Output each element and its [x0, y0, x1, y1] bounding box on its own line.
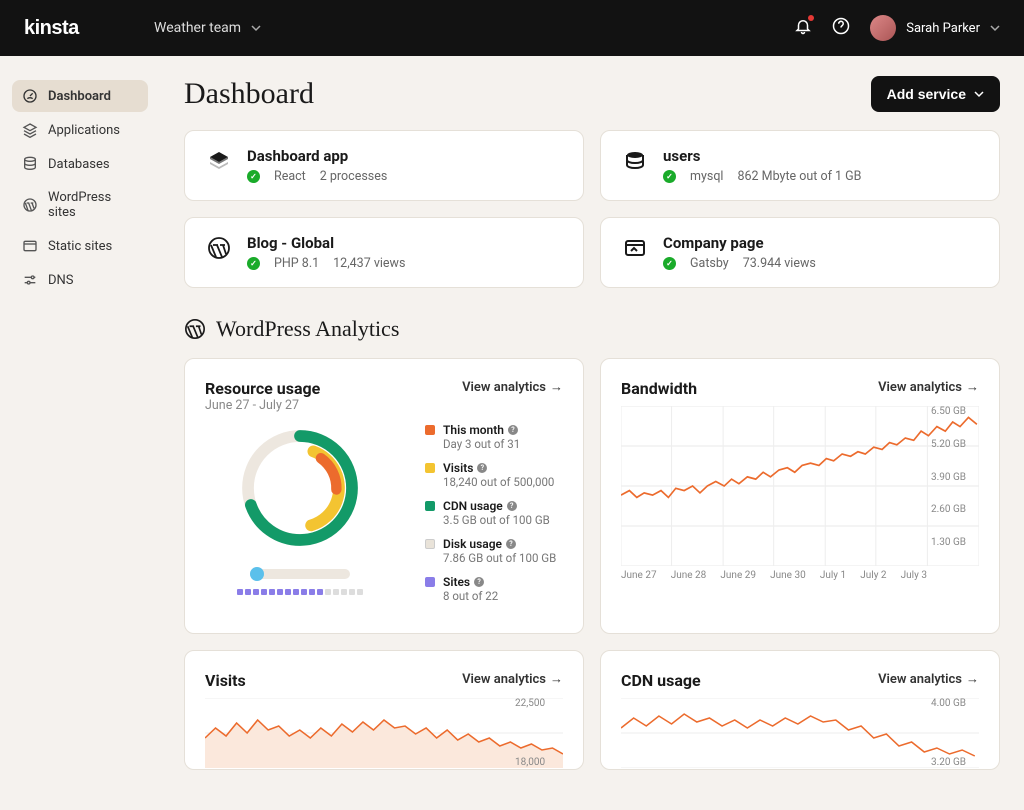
browser-icon	[22, 238, 38, 254]
bandwidth-chart: 6.50 GB5.20 GB3.90 GB2.60 GB1.30 GB	[621, 406, 979, 566]
card-tech: Gatsby	[690, 256, 729, 271]
status-ok-icon	[247, 257, 260, 270]
help-icon	[832, 17, 850, 35]
visits-panel: Visits View analytics→ 22,50018,000	[184, 650, 584, 770]
service-card-company-page[interactable]: Company page Gatsby 73.944 views	[600, 217, 1000, 288]
cdn-chart: 4.00 GB3.20 GB	[621, 698, 979, 768]
layers-icon	[205, 147, 233, 175]
view-analytics-link[interactable]: View analytics→	[878, 671, 979, 687]
card-meta: 862 Mbyte out of 1 GB	[737, 169, 861, 184]
sidebar-item-databases[interactable]: Databases	[12, 148, 148, 180]
topbar: kinsta Weather team Sarah Parker	[0, 0, 1024, 56]
arrow-right-icon: →	[550, 671, 563, 687]
donut-chart	[235, 423, 365, 553]
help-icon: ?	[506, 539, 516, 549]
arrow-right-icon: →	[550, 379, 563, 395]
sidebar-item-label: WordPress sites	[48, 190, 138, 220]
add-service-button[interactable]: Add service	[871, 76, 1000, 112]
cdn-usage-panel: CDN usage View analytics→ 4.00 GB3.20 GB	[600, 650, 1000, 770]
service-card-dashboard-app[interactable]: Dashboard app React 2 processes	[184, 130, 584, 201]
status-ok-icon	[663, 170, 676, 183]
mini-bars	[205, 589, 395, 595]
sidebar-item-wordpress[interactable]: WordPress sites	[12, 182, 148, 228]
notifications-button[interactable]	[794, 17, 812, 39]
help-icon: ?	[474, 577, 484, 587]
card-title: Company page	[663, 234, 816, 252]
chevron-down-icon	[974, 89, 984, 99]
panel-title: Bandwidth	[621, 379, 697, 398]
card-tech: PHP 8.1	[274, 256, 319, 271]
panel-title: Visits	[205, 671, 246, 690]
sidebar-item-dashboard[interactable]: Dashboard	[12, 80, 148, 112]
sidebar-item-dns[interactable]: DNS	[12, 264, 148, 296]
view-analytics-link[interactable]: View analytics→	[878, 379, 979, 395]
status-ok-icon	[247, 170, 260, 183]
team-selector[interactable]: Weather team	[154, 20, 261, 36]
logo: kinsta	[24, 17, 154, 40]
sidebar-item-label: Applications	[48, 123, 120, 138]
database-icon	[621, 147, 649, 175]
avatar	[870, 15, 896, 41]
panel-title: Resource usage	[205, 379, 320, 398]
status-ok-icon	[663, 257, 676, 270]
bandwidth-panel: Bandwidth View analytics→ 6.50 GB5.20 GB…	[600, 358, 1000, 634]
team-name: Weather team	[154, 20, 241, 36]
user-menu[interactable]: Sarah Parker	[870, 15, 1000, 41]
card-title: users	[663, 147, 861, 165]
help-icon: ?	[508, 425, 518, 435]
card-tech: React	[274, 169, 306, 184]
legend: This month?Day 3 out of 31 Visits?18,240…	[425, 423, 563, 613]
user-name: Sarah Parker	[906, 21, 980, 36]
gauge-icon	[22, 88, 38, 104]
wordpress-icon	[22, 197, 38, 213]
sidebar: Dashboard Applications Databases WordPre…	[0, 56, 160, 810]
card-meta: 12,437 views	[333, 256, 405, 271]
sidebar-item-label: DNS	[48, 273, 74, 288]
sidebar-item-label: Databases	[48, 157, 110, 172]
visits-chart: 22,50018,000	[205, 698, 563, 768]
card-meta: 2 processes	[320, 169, 388, 184]
sidebar-item-applications[interactable]: Applications	[12, 114, 148, 146]
sliders-icon	[22, 272, 38, 288]
card-tech: mysql	[690, 169, 723, 184]
arrow-right-icon: →	[966, 379, 979, 395]
page-title: Dashboard	[184, 77, 314, 111]
resource-usage-panel: Resource usage June 27 - July 27 View an…	[184, 358, 584, 634]
card-title: Blog - Global	[247, 234, 405, 252]
database-icon	[22, 156, 38, 172]
wordpress-icon	[184, 318, 206, 340]
slider[interactable]	[250, 569, 350, 579]
chevron-down-icon	[990, 23, 1000, 33]
card-meta: 73.944 views	[743, 256, 816, 271]
browser-icon	[621, 234, 649, 262]
layers-icon	[22, 122, 38, 138]
view-analytics-link[interactable]: View analytics →	[462, 379, 563, 395]
sidebar-item-label: Static sites	[48, 239, 112, 254]
notification-dot	[808, 15, 814, 21]
date-range: June 27 - July 27	[205, 398, 320, 413]
card-title: Dashboard app	[247, 147, 387, 165]
help-icon: ?	[477, 463, 487, 473]
arrow-right-icon: →	[966, 671, 979, 687]
panel-title: CDN usage	[621, 671, 701, 690]
analytics-section-title: WordPress Analytics	[184, 316, 1000, 342]
sidebar-item-static-sites[interactable]: Static sites	[12, 230, 148, 262]
help-icon: ?	[507, 501, 517, 511]
wordpress-icon	[205, 234, 233, 262]
sidebar-item-label: Dashboard	[48, 89, 111, 104]
help-button[interactable]	[832, 17, 850, 39]
chevron-down-icon	[251, 23, 261, 33]
service-card-blog[interactable]: Blog - Global PHP 8.1 12,437 views	[184, 217, 584, 288]
view-analytics-link[interactable]: View analytics→	[462, 671, 563, 687]
service-card-users[interactable]: users mysql 862 Mbyte out of 1 GB	[600, 130, 1000, 201]
